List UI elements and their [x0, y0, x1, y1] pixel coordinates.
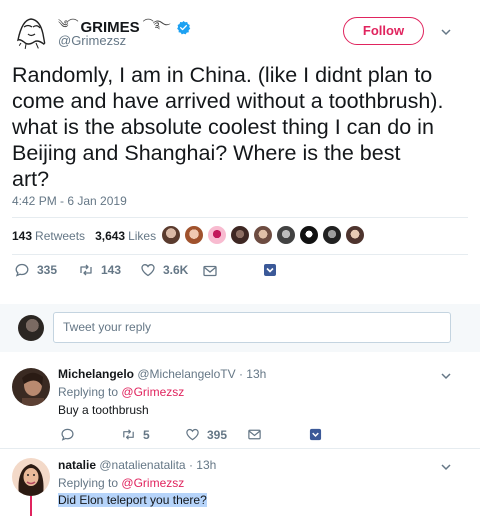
liker-avatar[interactable]	[276, 225, 296, 245]
reply-item[interactable]: Michelangelo @MichelangeloTV · 13h Reply…	[0, 352, 480, 448]
replying-to: Replying to @Grimezsz	[58, 476, 184, 490]
like-button[interactable]: 395	[185, 427, 227, 442]
tweet-timestamp[interactable]: 4:42 PM - 6 Jan 2019	[12, 194, 127, 208]
reply-text: Buy a toothbrush	[58, 403, 149, 417]
reply-time[interactable]: · 13h	[239, 367, 266, 381]
reply-avatar[interactable]	[12, 368, 50, 406]
retweet-icon	[123, 429, 134, 440]
replying-to: Replying to @Grimezsz	[58, 385, 184, 399]
like-count: 395	[207, 427, 228, 442]
tweet-options-chevron-icon[interactable]	[439, 25, 453, 39]
direct-message-button[interactable]	[202, 263, 225, 279]
divider	[12, 217, 468, 218]
like-button[interactable]: 3.6K	[140, 262, 188, 278]
liker-avatar[interactable]	[322, 225, 342, 245]
reply-icon	[15, 263, 29, 277]
reply-time[interactable]: · 13h	[189, 458, 216, 472]
reply-options-chevron-icon[interactable]	[439, 369, 453, 383]
liker-avatars	[161, 225, 365, 245]
heart-icon	[186, 428, 199, 441]
liker-avatar[interactable]	[345, 225, 365, 245]
retweet-stat-label: Retweets	[35, 229, 86, 243]
reply-author-line: natalie @natalienatalita · 13h	[58, 458, 216, 472]
divider	[12, 254, 468, 255]
reply-text-selection: Did Elon teleport you there?	[58, 493, 207, 507]
retweet-stat-count: 143	[12, 229, 33, 243]
reply-options-chevron-icon[interactable]	[439, 460, 453, 474]
like-count: 3.6K	[163, 263, 189, 277]
analytics-button[interactable]	[263, 263, 284, 277]
reply-author-handle[interactable]: @MichelangeloTV	[137, 367, 235, 381]
direct-message-button[interactable]	[247, 427, 269, 442]
chevron-shield-icon	[309, 428, 322, 441]
analytics-button[interactable]	[309, 428, 329, 441]
reply-avatar[interactable]	[12, 458, 50, 496]
liker-avatar[interactable]	[207, 225, 227, 245]
replying-to-label: Replying to	[58, 476, 119, 490]
retweet-button[interactable]: 5	[121, 427, 150, 442]
reply-author-name[interactable]: Michelangelo	[58, 367, 134, 381]
reply-author-name[interactable]: natalie	[58, 458, 96, 472]
replying-to-label: Replying to	[58, 385, 119, 399]
like-stat-label: Likes	[128, 229, 157, 243]
envelope-icon	[248, 429, 261, 440]
heart-icon	[141, 264, 155, 277]
replying-to-mention[interactable]: @Grimezsz	[121, 385, 184, 399]
retweet-button[interactable]: 143	[78, 262, 121, 278]
reply-composer: Tweet your reply	[0, 304, 480, 352]
like-stat[interactable]: 3,643 Likes	[95, 229, 156, 243]
name-ornament-right: ⌒࿐	[142, 19, 171, 31]
author-avatar[interactable]	[12, 12, 50, 50]
author-handle[interactable]: @Grimezsz	[58, 33, 126, 48]
follow-button[interactable]: Follow	[343, 17, 424, 45]
retweet-stat[interactable]: 143 Retweets	[12, 229, 85, 243]
thread-line	[30, 496, 32, 516]
reply-item[interactable]: natalie @natalienatalita · 13h Replying …	[0, 449, 480, 516]
tweet-header: ༄⌒ GRIMES ⌒࿐ @Grimezsz Follow	[0, 0, 480, 60]
reply-icon	[61, 428, 74, 441]
reply-button[interactable]: 335	[14, 262, 57, 278]
envelope-icon	[203, 265, 217, 277]
tweet-stats: 143 Retweets 3,643 Likes	[12, 222, 166, 250]
reply-author-line: Michelangelo @MichelangeloTV · 13h	[58, 367, 266, 381]
like-stat-count: 3,643	[95, 229, 126, 243]
retweet-count: 5	[143, 427, 150, 442]
liker-avatar[interactable]	[299, 225, 319, 245]
chevron-shield-icon	[264, 264, 276, 276]
tweet-text: Randomly, I am in China. (like I didnt p…	[12, 63, 444, 191]
current-user-avatar	[18, 315, 44, 341]
replying-to-mention[interactable]: @Grimezsz	[121, 476, 184, 490]
retweet-count: 143	[101, 263, 122, 277]
verified-badge-icon	[176, 20, 191, 35]
liker-avatar[interactable]	[253, 225, 273, 245]
retweet-icon	[80, 264, 92, 276]
reply-text: Did Elon teleport you there?	[58, 493, 207, 507]
reply-button[interactable]	[60, 427, 82, 442]
liker-avatar[interactable]	[230, 225, 250, 245]
reply-count: 335	[37, 263, 58, 277]
reply-author-handle[interactable]: @natalienatalita	[99, 458, 185, 472]
tweet-actions: 335 143 3.6K	[0, 262, 480, 282]
reply-input[interactable]: Tweet your reply	[53, 312, 451, 343]
liker-avatar[interactable]	[184, 225, 204, 245]
liker-avatar[interactable]	[161, 225, 181, 245]
